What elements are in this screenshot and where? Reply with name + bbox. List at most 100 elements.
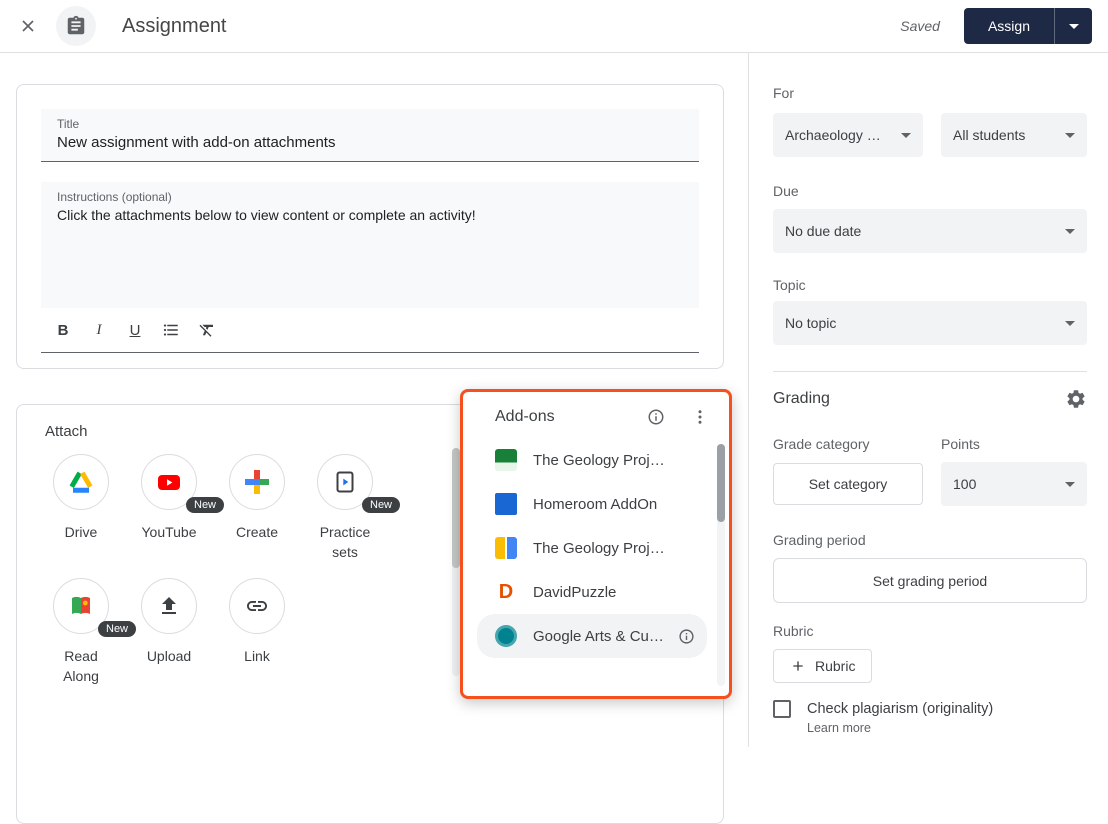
instructions-label: Instructions (optional): [41, 182, 699, 204]
attach-scrollbar[interactable]: [452, 448, 460, 676]
title-input[interactable]: New assignment with add-on attachments: [41, 131, 699, 161]
grading-settings-gear-icon[interactable]: [1065, 388, 1087, 410]
title-label: Title: [41, 109, 699, 131]
addon-item-geology-2[interactable]: The Geology Proj…: [477, 526, 707, 570]
chevron-down-icon: [1065, 229, 1075, 234]
topic-label: Topic: [773, 277, 1087, 293]
info-icon[interactable]: [678, 628, 695, 645]
attach-option-label: Practice sets: [309, 522, 381, 562]
due-label: Due: [773, 183, 1087, 199]
attach-option-label: Drive: [65, 522, 98, 542]
instructions-input[interactable]: Click the attachments below to view cont…: [41, 204, 699, 233]
attach-option-label: Create: [236, 522, 278, 542]
for-label: For: [773, 85, 1087, 101]
attach-option-label: Link: [244, 646, 270, 666]
assignment-form-card: Title New assignment with add-on attachm…: [16, 84, 724, 369]
settings-sidebar: For Archaeology … All students Due No du…: [748, 53, 1108, 747]
attach-option-label: Upload: [147, 646, 191, 666]
geology-thumbnail-icon: [495, 449, 517, 471]
bold-button[interactable]: B: [49, 316, 77, 344]
chevron-down-icon: [1065, 482, 1075, 487]
attach-option-drive[interactable]: Drive: [37, 454, 125, 542]
saved-status: Saved: [900, 18, 940, 34]
addons-title: Add-ons: [495, 408, 647, 426]
divider: [773, 371, 1087, 372]
students-select-value: All students: [953, 127, 1025, 143]
page-title: Assignment: [122, 15, 227, 38]
davidpuzzle-icon: D: [495, 581, 517, 603]
due-select-value: No due date: [785, 223, 861, 239]
chevron-down-icon: [1069, 24, 1079, 29]
addons-list: The Geology Proj… Homeroom AddOn The Geo…: [463, 434, 729, 658]
addon-item-geology-1[interactable]: The Geology Proj…: [477, 438, 707, 482]
class-select-value: Archaeology …: [785, 127, 881, 143]
topbar: Assignment Saved Assign: [0, 0, 1108, 53]
addon-label: DavidPuzzle: [533, 584, 616, 601]
points-value: 100: [953, 476, 976, 492]
attach-option-create[interactable]: Create: [213, 454, 301, 542]
addon-label: Google Arts & Cu…: [533, 628, 664, 645]
underline-button[interactable]: U: [121, 316, 149, 344]
more-vert-icon[interactable]: [691, 408, 709, 426]
learn-more-link[interactable]: Learn more: [807, 721, 993, 735]
assign-button[interactable]: Assign: [964, 8, 1054, 44]
addons-popup-header: Add-ons: [463, 392, 729, 434]
instructions-block: Instructions (optional) Click the attach…: [41, 182, 699, 353]
italic-button[interactable]: I: [85, 316, 113, 344]
grade-category-select[interactable]: Set category: [773, 463, 923, 505]
new-badge: New: [186, 497, 224, 513]
addon-label: The Geology Proj…: [533, 452, 665, 469]
points-select[interactable]: 100: [941, 462, 1087, 506]
chevron-down-icon: [901, 133, 911, 138]
attach-option-read-along[interactable]: New Read Along: [37, 578, 125, 686]
title-field[interactable]: Title New assignment with add-on attachm…: [41, 109, 699, 162]
new-badge: New: [98, 621, 136, 637]
grade-category-label: Grade category: [773, 436, 923, 452]
link-icon: [229, 578, 285, 634]
close-icon[interactable]: [16, 14, 40, 38]
google-arts-culture-icon: [495, 625, 517, 647]
addon-item-homeroom[interactable]: Homeroom AddOn: [477, 482, 707, 526]
new-badge: New: [362, 497, 400, 513]
addon-label: Homeroom AddOn: [533, 496, 657, 513]
upload-icon: [141, 578, 197, 634]
points-label: Points: [941, 436, 1087, 452]
addons-scrollbar[interactable]: [717, 444, 725, 686]
addons-popup: Add-ons The Geology Proj… Homeroom AddOn…: [460, 389, 732, 699]
grade-category-value: Set category: [809, 476, 888, 492]
drive-icon: [53, 454, 109, 510]
assign-split-button: Assign: [964, 8, 1092, 44]
geology-book-icon: [495, 537, 517, 559]
set-grading-period-button[interactable]: Set grading period: [773, 558, 1087, 603]
addon-label: The Geology Proj…: [533, 540, 665, 557]
attach-option-practice-sets[interactable]: New Practice sets: [301, 454, 389, 562]
clear-formatting-icon[interactable]: [193, 316, 221, 344]
class-select[interactable]: Archaeology …: [773, 113, 923, 157]
plus-icon: [790, 658, 806, 674]
bulleted-list-icon[interactable]: [157, 316, 185, 344]
attach-scrollbar-thumb[interactable]: [452, 448, 460, 568]
attach-option-label: Read Along: [45, 646, 117, 686]
attach-option-upload[interactable]: Upload: [125, 578, 213, 666]
instructions-field[interactable]: Instructions (optional) Click the attach…: [41, 182, 699, 308]
chevron-down-icon: [1065, 321, 1075, 326]
students-select[interactable]: All students: [941, 113, 1087, 157]
info-icon[interactable]: [647, 408, 665, 426]
add-rubric-button[interactable]: Rubric: [773, 649, 872, 683]
due-date-select[interactable]: No due date: [773, 209, 1087, 253]
topic-select[interactable]: No topic: [773, 301, 1087, 345]
homeroom-addon-icon: [495, 493, 517, 515]
attach-option-youtube[interactable]: New YouTube: [125, 454, 213, 542]
grading-period-label: Grading period: [773, 532, 1087, 548]
attach-option-link[interactable]: Link: [213, 578, 301, 666]
plagiarism-checkbox[interactable]: [773, 700, 791, 718]
rubric-button-label: Rubric: [815, 658, 855, 674]
rubric-label: Rubric: [773, 623, 1087, 639]
formatting-toolbar: B I U: [41, 308, 699, 352]
plagiarism-label: Check plagiarism (originality): [807, 699, 993, 719]
addons-scrollbar-thumb[interactable]: [717, 444, 725, 522]
assign-dropdown-button[interactable]: [1054, 8, 1092, 44]
addon-item-google-arts-culture[interactable]: Google Arts & Cu…: [477, 614, 707, 658]
addon-item-davidpuzzle[interactable]: D DavidPuzzle: [477, 570, 707, 614]
chevron-down-icon: [1065, 133, 1075, 138]
